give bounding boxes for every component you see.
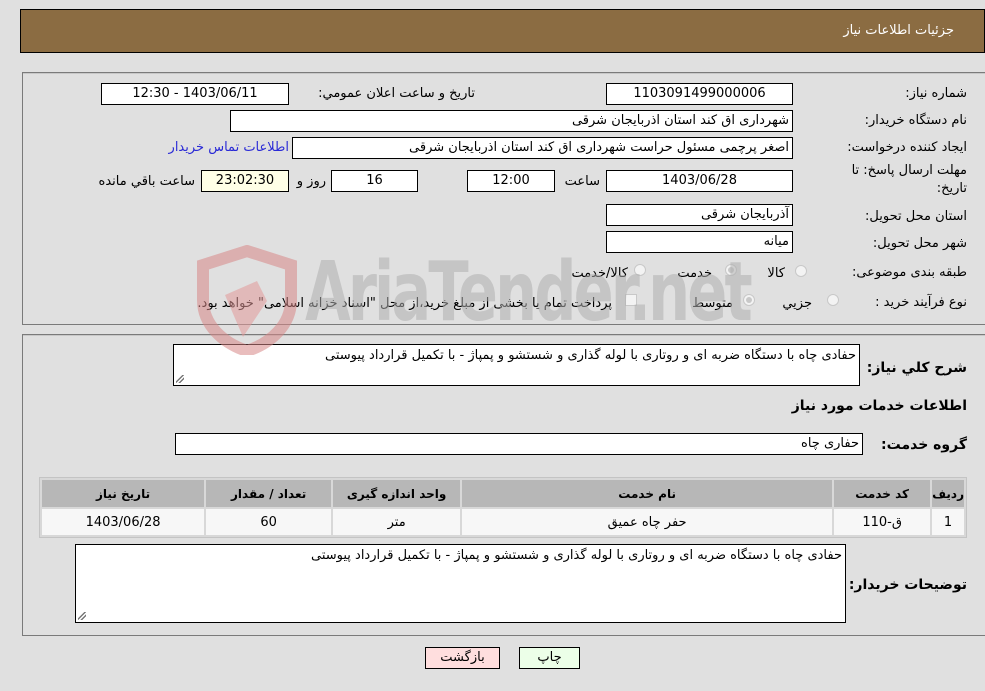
cell-quantity: 60 <box>206 509 332 535</box>
purchase-radio-minor[interactable] <box>827 294 839 306</box>
service-group-field[interactable]: حفاری چاه <box>175 433 863 455</box>
print-button[interactable]: چاپ <box>519 647 580 669</box>
col-unit: واحد اندازه گیری <box>333 480 461 507</box>
table-header-row: ردیف کد خدمت نام خدمت واحد اندازه گیری ت… <box>42 480 964 507</box>
col-need-date: تاریخ نیاز <box>42 480 205 507</box>
services-table: ردیف کد خدمت نام خدمت واحد اندازه گیری ت… <box>39 477 967 538</box>
buyer-notes-label: توضیحات خریدار: <box>848 577 967 593</box>
buyer-contact-link[interactable]: اطلاعات تماس خریدار <box>169 140 289 155</box>
purchase-option-medium: متوسط <box>692 296 733 311</box>
category-option-service: خدمت <box>677 266 712 281</box>
deadline-time-field[interactable]: 12:00 <box>467 170 555 192</box>
requester-label: ایجاد کننده درخواست: <box>847 140 967 155</box>
cell-row-number: 1 <box>932 509 964 535</box>
col-row-number: ردیف <box>932 480 964 507</box>
deadline-date-field[interactable]: 1403/06/28 <box>606 170 793 192</box>
service-group-label: گروه خدمت: <box>881 437 967 453</box>
resize-grip-icon[interactable] <box>78 612 86 620</box>
cell-need-date: 1403/06/28 <box>42 509 205 535</box>
treasury-checkbox[interactable] <box>625 294 637 306</box>
buyer-notes-textarea[interactable]: حفادی چاه با دستگاه ضربه ای و روتاری با … <box>75 544 846 623</box>
delivery-province-label: استان محل تحویل: <box>865 209 967 224</box>
buyer-notes-text: حفادی چاه با دستگاه ضربه ای و روتاری با … <box>310 548 842 563</box>
category-option-goods-service: کالا/خدمت <box>571 266 628 281</box>
cell-service-name: حفر چاه عمیق <box>462 509 833 535</box>
delivery-city-label: شهر محل تحویل: <box>872 236 967 251</box>
summary-label: شرح كلي نياز: <box>866 360 967 376</box>
time-remaining-field: 23:02:30 <box>201 170 289 192</box>
announce-datetime-field[interactable]: 1403/06/11 - 12:30 <box>101 83 289 105</box>
col-service-name: نام خدمت <box>462 480 833 507</box>
category-radio-goods-service[interactable] <box>634 264 646 276</box>
category-label: طبقه بندی موضوعی: <box>851 265 967 280</box>
time-remaining-label: ساعت باقي مانده <box>98 174 195 189</box>
cell-service-code: ق-110 <box>834 509 931 535</box>
summary-text: حفادی چاه با دستگاه ضربه ای و روتاری با … <box>324 348 856 363</box>
delivery-city-field[interactable]: میانه <box>606 231 793 253</box>
category-option-goods: کالا <box>767 266 785 281</box>
buyer-org-label: نام دستگاه خريدار: <box>864 113 967 128</box>
summary-textarea[interactable]: حفادی چاه با دستگاه ضربه ای و روتاری با … <box>173 344 860 386</box>
table-row: 1 ق-110 حفر چاه عمیق متر 60 1403/06/28 <box>42 509 964 535</box>
purchase-type-label: نوع فرآیند خرید : <box>875 295 967 310</box>
services-section-title: اطلاعات خدمات مورد نیاز <box>791 398 967 414</box>
need-number-field[interactable]: 1103091499000006 <box>606 83 793 105</box>
days-remaining-field[interactable]: 16 <box>331 170 418 192</box>
days-label: روز و <box>296 174 326 189</box>
page-header: جزئیات اطلاعات نیاز <box>20 9 985 53</box>
deadline-time-label: ساعت <box>564 174 600 189</box>
col-service-code: کد خدمت <box>834 480 931 507</box>
purchase-radio-medium[interactable] <box>743 294 755 306</box>
back-button[interactable]: بازگشت <box>425 647 500 669</box>
requester-field[interactable]: اصغر پرچمی مسئول حراست شهرداری اق کند اس… <box>292 137 793 159</box>
buyer-org-field[interactable]: شهرداری اق کند استان اذربایجان شرقی <box>230 110 793 132</box>
announce-datetime-label: تاریخ و ساعت اعلان عمومي: <box>318 86 475 101</box>
col-quantity: تعداد / مقدار <box>206 480 332 507</box>
treasury-note: پرداخت تمام یا بخشی از مبلغ خرید،از محل … <box>197 296 612 311</box>
resize-grip-icon[interactable] <box>176 375 184 383</box>
cell-unit: متر <box>333 509 461 535</box>
need-number-label: شماره نیاز: <box>905 86 967 101</box>
purchase-option-minor: جزيي <box>782 296 812 311</box>
category-radio-service[interactable] <box>725 264 737 276</box>
delivery-province-field[interactable]: آذربایجان شرقی <box>606 204 793 226</box>
deadline-label-line1: مهلت ارسال پاسخ: تا <box>851 163 967 178</box>
category-radio-goods[interactable] <box>795 265 807 277</box>
page-title: جزئیات اطلاعات نیاز <box>843 23 954 38</box>
deadline-label-line2: تاریخ: <box>936 181 967 196</box>
